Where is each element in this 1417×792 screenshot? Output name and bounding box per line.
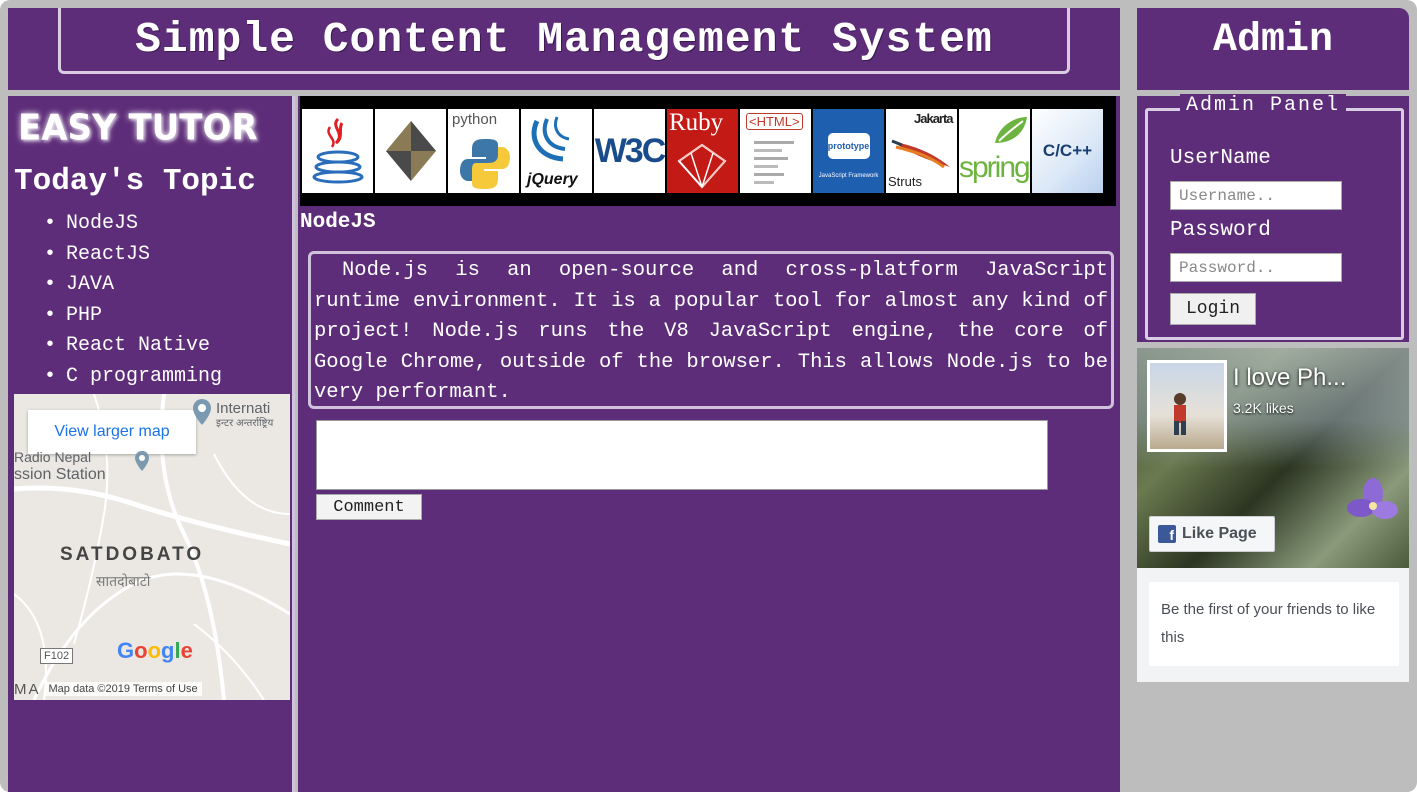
w3c-logo: W3C — [594, 109, 665, 193]
jquery-logo: jQuery — [521, 109, 592, 193]
map-corner-label: MA — [14, 680, 41, 698]
login-button[interactable]: Login — [1170, 293, 1256, 325]
prototype-logo: prototype JavaScript Framework — [813, 109, 884, 193]
main-content: python jQuery W3C Ruby <HTML> prototype … — [298, 96, 1120, 792]
technology-banner: python jQuery W3C Ruby <HTML> prototype … — [300, 96, 1116, 206]
left-sidebar: EASY TUTOR Today's Topic NodeJS ReactJS … — [8, 96, 295, 792]
right-sidebar: Admin Panel UserName Password Login I lo… — [1137, 94, 1409, 792]
password-label: Password — [1170, 219, 1271, 242]
admin-panel: Admin Panel UserName Password Login — [1137, 94, 1409, 342]
comment-textarea[interactable] — [316, 420, 1048, 490]
topic-list: NodeJS ReactJS JAVA PHP React Native C p… — [44, 209, 222, 392]
map-pin-icon — [135, 451, 149, 471]
java-logo — [302, 109, 373, 193]
facebook-page-widget[interactable]: I love Ph... 3.2K likes f Like Page — [1137, 348, 1409, 568]
map-pin-icon — [193, 399, 211, 425]
site-header: Simple Content Management System — [8, 8, 1120, 90]
admin-panel-legend: Admin Panel — [1180, 94, 1347, 117]
like-page-label: Like Page — [1182, 525, 1257, 542]
map-place-label-radio: Radio Nepal — [14, 449, 92, 465]
topic-link-reactjs[interactable]: ReactJS — [44, 240, 222, 271]
facebook-page-name[interactable]: I love Ph... — [1233, 364, 1346, 392]
easy-tutor-logo[interactable]: EASY TUTOR — [18, 107, 258, 149]
topic-link-nodejs[interactable]: NodeJS — [44, 209, 222, 240]
topic-link-java[interactable]: JAVA — [44, 270, 222, 301]
facebook-friends-section: Be the first of your friends to like thi… — [1137, 568, 1409, 682]
google-map-embed[interactable]: View larger map Internati इन्टर अन्तर्रा… — [14, 394, 290, 700]
topic-link-react-native[interactable]: React Native — [44, 331, 222, 362]
map-road-sign: F102 — [40, 648, 74, 664]
struts-logo: Jakarta Struts — [886, 109, 957, 193]
map-place-label: Internati — [216, 400, 271, 417]
spring-logo: spring — [959, 109, 1030, 193]
topic-link-c-programming[interactable]: C programming — [44, 362, 222, 393]
password-input[interactable] — [1170, 253, 1342, 282]
flower-icon — [1347, 478, 1398, 519]
username-label: UserName — [1170, 147, 1271, 170]
python-logo: python — [448, 109, 519, 193]
google-logo: Google — [117, 638, 193, 663]
map-area-sublabel: सातदोबाटो — [96, 573, 151, 589]
map-attribution[interactable]: Map data ©2019 Terms of Use — [44, 682, 202, 696]
map-area-label: SATDOBATO — [60, 544, 205, 565]
topic-link-php[interactable]: PHP — [44, 301, 222, 332]
facebook-likes-count: 3.2K likes — [1233, 400, 1294, 416]
cube-logo — [375, 109, 446, 193]
map-place-sublabel: इन्टर अन्तर्राष्ट्रिय — [216, 418, 274, 429]
username-input[interactable] — [1170, 181, 1342, 210]
site-title: Simple Content Management System — [58, 8, 1070, 74]
ruby-logo: Ruby — [667, 109, 738, 193]
facebook-profile-picture[interactable] — [1147, 360, 1227, 452]
html-logo: <HTML> — [740, 109, 811, 193]
article-title: NodeJS — [300, 211, 376, 234]
topics-heading: Today's Topic — [14, 164, 256, 199]
view-larger-map-link[interactable]: View larger map — [28, 410, 196, 454]
map-footer: MA Map data ©2019 Terms of Use — [14, 678, 290, 700]
person-icon — [1174, 393, 1186, 435]
article-body: Node.js is an open-source and cross-plat… — [308, 251, 1114, 409]
admin-header: Admin — [1137, 8, 1409, 90]
admin-login-form: Admin Panel UserName Password Login — [1145, 94, 1404, 340]
facebook-like-button[interactable]: f Like Page — [1149, 516, 1275, 552]
facebook-icon: f — [1158, 525, 1176, 543]
map-place-label-station: ssion Station — [14, 466, 106, 483]
cpp-logo: C/C++ — [1032, 109, 1103, 193]
facebook-friends-text: Be the first of your friends to like thi… — [1149, 582, 1399, 666]
comment-button[interactable]: Comment — [316, 494, 422, 520]
